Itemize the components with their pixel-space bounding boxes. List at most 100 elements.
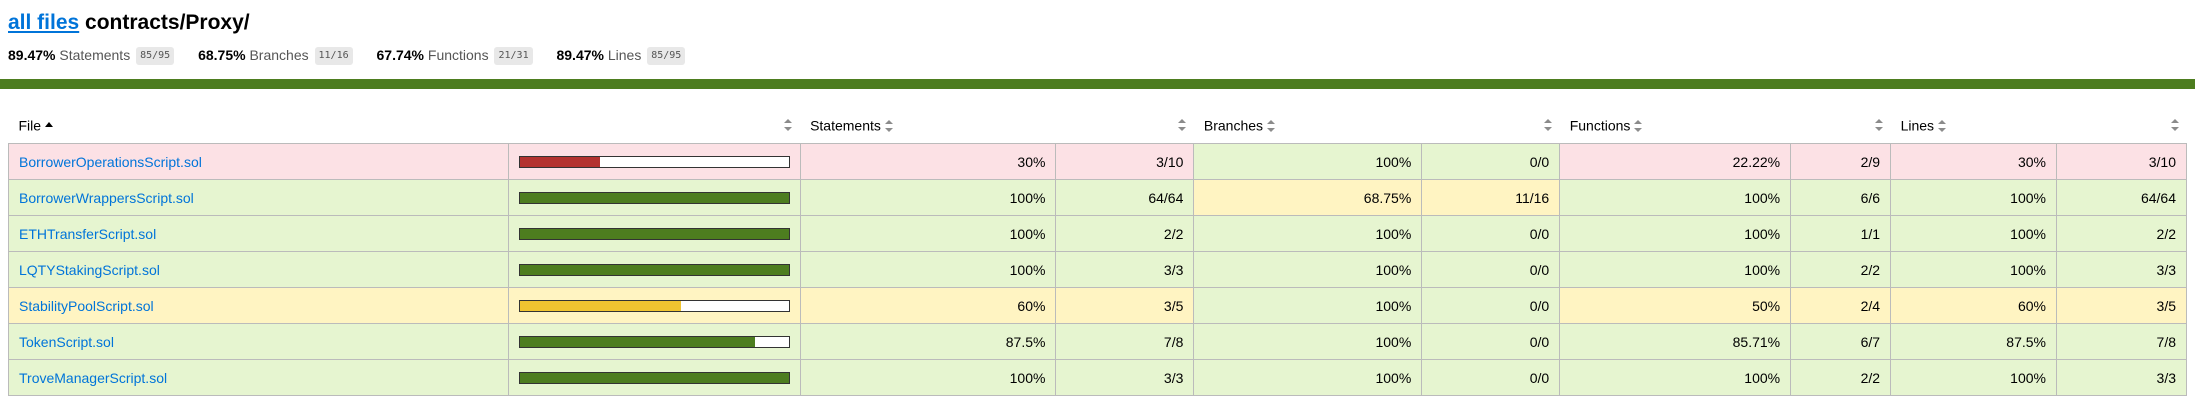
functions-pct-cell: 100% xyxy=(1559,179,1792,216)
column-header-file[interactable]: File xyxy=(8,107,509,144)
lines-pct-cell: 100% xyxy=(1890,215,2057,252)
functions-fraction-cell: 6/7 xyxy=(1790,323,1892,360)
statements-fraction-cell: 3/5 xyxy=(1055,287,1195,324)
lines-fraction-cell: 7/8 xyxy=(2055,323,2188,360)
summary-fraction: 85/95 xyxy=(647,47,686,66)
table-wrapper: File Statements Branches Functions Lines… xyxy=(0,89,2195,396)
file-link[interactable]: LQTYStakingScript.sol xyxy=(19,262,160,278)
breadcrumb-path: contracts/Proxy/ xyxy=(85,11,250,34)
column-header-lines-fraction[interactable] xyxy=(2056,107,2187,144)
file-link[interactable]: TroveManagerScript.sol xyxy=(19,370,167,386)
coverage-bar xyxy=(518,191,790,204)
coverage-bar xyxy=(518,371,790,384)
functions-fraction-cell: 2/2 xyxy=(1790,359,1892,396)
functions-pct-cell: 22.22% xyxy=(1559,143,1792,180)
lines-pct-cell: 60% xyxy=(1890,287,2057,324)
lines-fraction-cell: 3/3 xyxy=(2055,359,2188,396)
coverage-bar xyxy=(518,299,790,312)
branches-pct-cell: 100% xyxy=(1193,287,1423,324)
coverage-bar-fill xyxy=(519,372,789,383)
table-row: ETHTransferScript.sol 100% 2/2 100% 0/0 100% 1… xyxy=(8,215,2188,252)
branches-pct-cell: 100% xyxy=(1193,143,1423,180)
statements-fraction-cell: 64/64 xyxy=(1055,179,1195,216)
file-cell: BorrowerWrappersScript.sol xyxy=(8,179,509,216)
file-cell: ETHTransferScript.sol xyxy=(8,215,509,252)
summary-statements: 89.47% Statements 85/95 xyxy=(8,44,175,66)
page-title: all files contracts/Proxy/ xyxy=(8,10,2187,36)
functions-fraction-cell: 2/2 xyxy=(1790,251,1892,288)
table-row: LQTYStakingScript.sol 100% 3/3 100% 0/0 100% 2… xyxy=(8,251,2188,288)
summary-label: Statements xyxy=(59,47,131,63)
column-header-label: File xyxy=(18,117,42,134)
file-cell: TokenScript.sol xyxy=(8,323,509,360)
lines-pct-cell: 100% xyxy=(1890,251,2057,288)
file-cell: StabilityPoolScript.sol xyxy=(8,287,509,324)
file-link[interactable]: StabilityPoolScript.sol xyxy=(19,298,154,314)
sort-ascending-icon xyxy=(45,122,54,128)
coverage-bar-cell xyxy=(507,251,801,288)
branches-fraction-cell: 0/0 xyxy=(1421,287,1561,324)
sort-icon xyxy=(784,119,793,131)
functions-pct-cell: 50% xyxy=(1559,287,1792,324)
branches-pct-cell: 100% xyxy=(1193,215,1423,252)
file-cell: TroveManagerScript.sol xyxy=(8,359,509,396)
lines-pct-cell: 87.5% xyxy=(1890,323,2057,360)
column-header-functions[interactable]: Functions xyxy=(1559,107,1791,144)
column-header-statements-fraction[interactable] xyxy=(1055,107,1194,144)
column-header-statements[interactable]: Statements xyxy=(800,107,1056,144)
functions-fraction-cell: 6/6 xyxy=(1790,179,1892,216)
file-link[interactable]: ETHTransferScript.sol xyxy=(19,226,156,242)
functions-pct-cell: 100% xyxy=(1559,215,1792,252)
summary-fraction: 85/95 xyxy=(136,47,175,66)
column-header-label: Statements xyxy=(810,117,881,134)
statements-pct-cell: 87.5% xyxy=(799,323,1057,360)
functions-pct-cell: 100% xyxy=(1559,359,1792,396)
column-header-label: Functions xyxy=(1569,117,1631,134)
column-header-lines[interactable]: Lines xyxy=(1890,107,2057,144)
sort-icon xyxy=(1634,119,1643,132)
branches-pct-cell: 100% xyxy=(1193,251,1423,288)
file-cell: LQTYStakingScript.sol xyxy=(8,251,509,288)
file-link[interactable]: BorrowerOperationsScript.sol xyxy=(19,154,202,170)
coverage-bar-cell xyxy=(507,323,801,360)
statements-fraction-cell: 7/8 xyxy=(1055,323,1195,360)
summary-pct: 68.75% xyxy=(198,47,246,63)
summary-functions: 67.74% Functions 21/31 xyxy=(377,44,533,66)
sort-icon xyxy=(1177,119,1186,131)
sort-icon xyxy=(884,119,893,132)
branches-fraction-cell: 0/0 xyxy=(1421,143,1561,180)
all-files-link[interactable]: all files xyxy=(8,11,79,34)
summary-label: Functions xyxy=(427,47,489,63)
column-header-functions-fraction[interactable] xyxy=(1790,107,1891,144)
table-row: BorrowerWrappersScript.sol 100% 64/64 68.75… xyxy=(8,179,2188,216)
statements-pct-cell: 30% xyxy=(799,143,1057,180)
summary-label: Lines xyxy=(607,47,642,63)
summary-pct: 89.47% xyxy=(8,47,56,63)
table-row: StabilityPoolScript.sol 60% 3/5 100% 0/0 50% 2… xyxy=(8,287,2188,324)
table-body: BorrowerOperationsScript.sol 30% 3/10 100% 0… xyxy=(8,143,2188,396)
lines-fraction-cell: 3/3 xyxy=(2055,251,2188,288)
coverage-bar-cell xyxy=(507,359,801,396)
summary-fraction: 21/31 xyxy=(494,47,533,66)
file-cell: BorrowerOperationsScript.sol xyxy=(8,143,509,180)
summary-lines: 89.47% Lines 85/95 xyxy=(556,44,686,66)
functions-fraction-cell: 2/4 xyxy=(1790,287,1892,324)
header-section: all files contracts/Proxy/ 89.47% Statem… xyxy=(0,0,2195,70)
coverage-summary: 89.47% Statements 85/95 68.75% Branches … xyxy=(8,44,2187,66)
column-header-branches-fraction[interactable] xyxy=(1421,107,1560,144)
branches-fraction-cell: 0/0 xyxy=(1421,323,1561,360)
statements-pct-cell: 100% xyxy=(799,251,1057,288)
column-header-branches[interactable]: Branches xyxy=(1193,107,1422,144)
table-header-row: File Statements Branches Functions Lines xyxy=(8,107,2187,144)
summary-pct: 67.74% xyxy=(376,47,424,63)
coverage-bar-fill xyxy=(519,300,682,311)
column-header-coverage-bar[interactable] xyxy=(508,107,801,144)
coverage-bar-fill xyxy=(519,336,755,347)
branches-fraction-cell: 0/0 xyxy=(1421,251,1561,288)
table-row: BorrowerOperationsScript.sol 30% 3/10 100% 0… xyxy=(8,143,2188,180)
lines-pct-cell: 100% xyxy=(1890,359,2057,396)
file-link[interactable]: BorrowerWrappersScript.sol xyxy=(19,190,194,206)
file-link[interactable]: TokenScript.sol xyxy=(19,334,114,350)
coverage-bar-cell xyxy=(507,287,801,324)
lines-fraction-cell: 2/2 xyxy=(2055,215,2188,252)
